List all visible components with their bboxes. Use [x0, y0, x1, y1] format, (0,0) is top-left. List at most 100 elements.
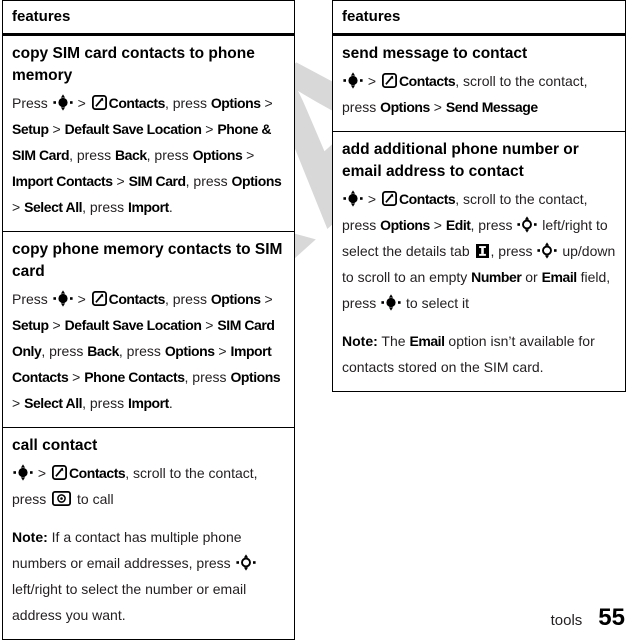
- feature-cell: send message to contact > Contacts, scro…: [332, 34, 626, 132]
- ui-label: Import Contacts: [12, 173, 113, 189]
- text-run: left/right to select the number or email…: [12, 581, 247, 623]
- text-run: , press: [146, 147, 193, 163]
- send-message-steps: > Contacts, scroll to the contact, press…: [342, 68, 616, 120]
- table-row: copy SIM card contacts to phone memory Pr…: [2, 34, 295, 232]
- table-row: copy phone memory contacts to SIM card Pr…: [2, 231, 295, 428]
- text-run: >: [214, 343, 231, 359]
- text-run: >: [48, 317, 65, 333]
- feature-cell: copy SIM card contacts to phone memory Pr…: [2, 34, 295, 232]
- ui-label: Email: [541, 269, 578, 285]
- text-run: to select it: [402, 295, 470, 311]
- text-run: >: [429, 99, 446, 115]
- ui-label: Options: [210, 95, 261, 111]
- features-table: features copy SIM card contacts to phone …: [2, 0, 295, 640]
- ui-label: Send Message: [445, 99, 538, 115]
- nav-key-5way-icon: [53, 290, 73, 307]
- ui-label: Contacts: [68, 465, 126, 481]
- ui-label: Options: [380, 217, 430, 233]
- text-run: , press: [490, 243, 537, 259]
- text-run: , press: [69, 147, 115, 163]
- text-run: , press: [164, 95, 211, 111]
- features-table: features send message to contact > Contac…: [332, 0, 626, 392]
- ui-label: Options: [230, 369, 281, 385]
- text-run: , press: [118, 343, 165, 359]
- text-run: >: [12, 199, 25, 215]
- nav-key-5way-icon: [343, 72, 363, 89]
- call-contact-note: Note: If a contact has multiple phone nu…: [12, 524, 285, 628]
- text-run: >: [364, 191, 380, 207]
- table-row: add additional phone number or email add…: [332, 131, 626, 392]
- contacts-icon: [51, 465, 67, 480]
- feature-title: add additional phone number or email add…: [342, 141, 579, 180]
- footer-page-number: 55: [598, 604, 625, 631]
- feature-title: call contact: [12, 437, 98, 454]
- ui-label: Select All: [24, 199, 83, 215]
- ui-label: Phone Contacts: [84, 369, 185, 385]
- ui-label: Import: [128, 199, 169, 215]
- ui-label: Options: [231, 173, 282, 189]
- text-run: , press: [164, 291, 211, 307]
- ui-label: Email: [409, 333, 445, 349]
- copy-sim-to-phone-steps: Press > Contacts, press Options > Setup …: [12, 90, 285, 220]
- text-run: >: [364, 73, 380, 89]
- features-table-right: features send message to contact > Contac…: [332, 0, 626, 392]
- ui-label: Back: [114, 147, 147, 163]
- text-run: >: [48, 121, 65, 137]
- contacts-icon: [381, 191, 397, 206]
- ui-label: Import: [128, 395, 169, 411]
- text-run: .: [168, 395, 173, 411]
- features-table-left: features copy SIM card contacts to phone …: [2, 0, 295, 640]
- ui-label: Options: [210, 291, 261, 307]
- note-label: Note:: [12, 529, 48, 545]
- nav-key-5way-icon: [53, 94, 73, 111]
- text-run: , press: [82, 395, 128, 411]
- call-key-icon: [52, 491, 72, 506]
- table-header-cell: features: [2, 0, 295, 36]
- text-run: , press: [470, 217, 517, 233]
- text-run: >: [429, 217, 446, 233]
- nav-key-5way-icon: [13, 464, 33, 481]
- text-run: or: [521, 269, 542, 285]
- text-run: to call: [73, 491, 114, 507]
- text-run: The: [377, 333, 410, 349]
- text-run: , press: [82, 199, 128, 215]
- ui-label: Default Save Location: [64, 317, 202, 333]
- page-footer: tools 55: [551, 604, 625, 632]
- table-header-label: features: [12, 8, 71, 25]
- ui-label: Contacts: [108, 95, 166, 111]
- feature-title: copy SIM card contacts to phone memory: [12, 45, 255, 84]
- table-row: send message to contact > Contacts, scro…: [332, 34, 626, 132]
- text-run: Press: [12, 291, 52, 307]
- table-header-row: features: [332, 0, 626, 36]
- text-run: , press: [185, 173, 232, 189]
- feature-cell: add additional phone number or email add…: [332, 131, 626, 392]
- ui-label: SIM Card: [128, 173, 187, 189]
- text-run: >: [260, 291, 273, 307]
- text-run: Press: [12, 95, 52, 111]
- contacts-icon: [91, 291, 107, 306]
- text-run: >: [12, 395, 25, 411]
- text-run: >: [260, 95, 273, 111]
- table-row: call contact > Contacts, scroll to the c…: [2, 427, 295, 640]
- copy-phone-to-sim-steps: Press > Contacts, press Options > Setup …: [12, 286, 285, 416]
- add-number-note: Note: The Email option isn’t available f…: [342, 328, 616, 380]
- nav-key-5way-icon: [381, 294, 401, 311]
- contacts-icon: [381, 73, 397, 88]
- ui-label: Contacts: [398, 73, 456, 89]
- ui-label: Setup: [12, 317, 49, 333]
- text-run: .: [168, 199, 173, 215]
- manual-page: features copy SIM card contacts to phone …: [0, 0, 629, 640]
- text-run: >: [68, 369, 85, 385]
- nav-key-ring-icon: [537, 242, 558, 259]
- text-run: >: [34, 465, 50, 481]
- feature-title: send message to contact: [342, 45, 528, 62]
- feature-cell: call contact > Contacts, scroll to the c…: [2, 427, 295, 640]
- ui-label: Default Save Location: [64, 121, 202, 137]
- text-run: >: [73, 291, 90, 307]
- ui-label: Options: [164, 343, 215, 359]
- ui-label: Select All: [24, 395, 83, 411]
- feature-title: copy phone memory contacts to SIM card: [12, 241, 283, 280]
- ui-label: Number: [471, 269, 522, 285]
- ui-label: Back: [87, 343, 119, 359]
- text-run: >: [201, 317, 218, 333]
